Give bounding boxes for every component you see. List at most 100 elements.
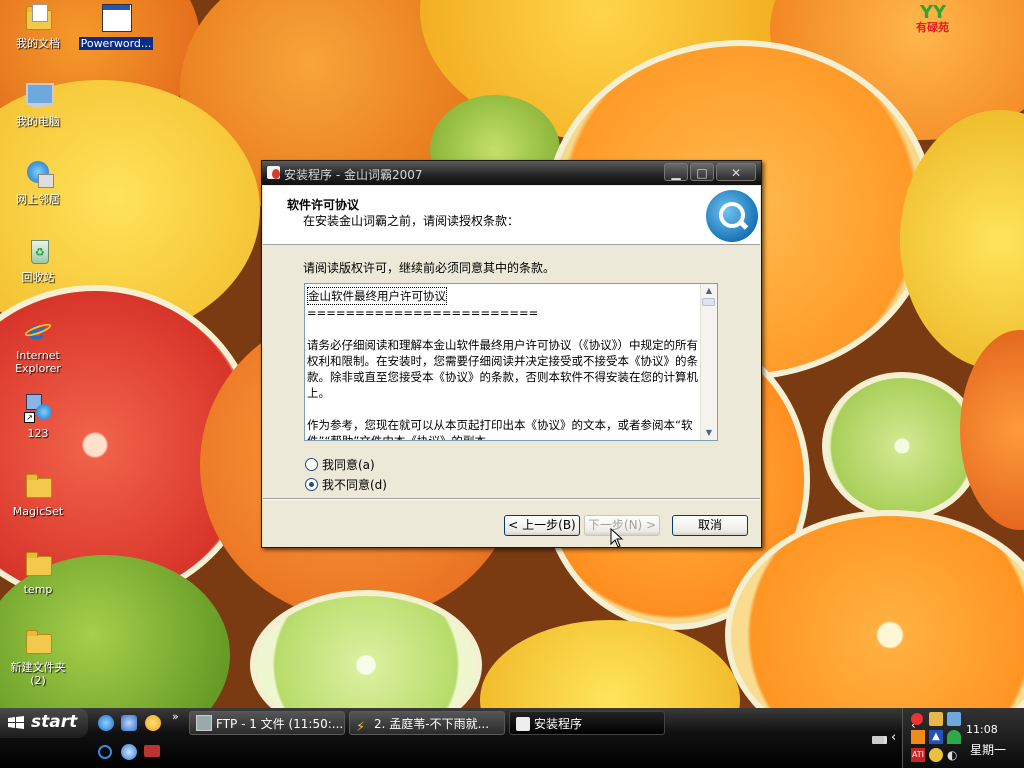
- lightning-icon: ⚡: [356, 720, 366, 735]
- desktop-icon-label: MagicSet: [12, 505, 64, 518]
- quicklaunch-media-icon[interactable]: [121, 744, 137, 760]
- tray-chevron-icon[interactable]: ‹: [891, 730, 896, 745]
- folder-icon: [22, 626, 54, 658]
- clock-time[interactable]: 11:08: [966, 723, 998, 736]
- warning-icon[interactable]: ▲: [929, 730, 943, 744]
- license-instruction: 请阅读版权许可，继续前必须同意其中的条款。: [303, 261, 556, 275]
- desktop-icon-label: 我的电脑: [16, 115, 60, 128]
- desktop-icon-label: 网上邻居: [16, 193, 60, 206]
- setup-app-icon: [516, 717, 530, 731]
- start-label: start: [31, 712, 78, 732]
- task-label: FTP - 1 文件 (11:50:...: [216, 717, 344, 731]
- disagree-radio-label: 我不同意(d): [322, 478, 387, 492]
- desktop-icon-label: 123: [27, 427, 49, 440]
- desktop-icon-my-computer[interactable]: 我的电脑: [0, 80, 76, 128]
- desktop-icon-internet-explorer[interactable]: e Internet Explorer: [0, 314, 76, 375]
- watermark-text: 有碌苑: [916, 21, 949, 34]
- windows-flag-icon: [8, 716, 24, 729]
- wallpaper-lemon: [480, 620, 740, 708]
- scroll-down-icon[interactable]: ▼: [704, 428, 714, 438]
- keyboard-icon[interactable]: [872, 736, 884, 744]
- system-tray: ‹ ▲ ATI ◐: [873, 708, 1024, 768]
- my-documents-icon: [22, 2, 54, 34]
- quicklaunch-desktop-icon[interactable]: [121, 715, 137, 731]
- license-rule: ========================: [307, 306, 539, 320]
- security-icon[interactable]: [911, 730, 925, 744]
- network-tray-icon[interactable]: [947, 712, 961, 726]
- setup-dialog: 安装程序 - 金山词霸2007 ▁ □ ✕ 软件许可协议 在安装金山词霸之前，请…: [261, 160, 762, 548]
- cancel-button[interactable]: 取消: [672, 515, 748, 536]
- program-window-icon: [100, 2, 132, 34]
- desktop-icon-label: 我的文档: [16, 37, 60, 50]
- wallpaper-lime-half: [250, 590, 482, 708]
- folder-icon: [22, 470, 54, 502]
- disagree-radio[interactable]: 我不同意(d): [305, 476, 387, 493]
- lock-icon[interactable]: [929, 712, 943, 726]
- setup-app-icon: [266, 165, 282, 181]
- desktop-icon-label: 回收站: [21, 271, 55, 284]
- quicklaunch-ebay-icon[interactable]: [144, 745, 160, 757]
- desktop-icon-new-folder[interactable]: 新建文件夹 (2): [0, 626, 76, 687]
- quicklaunch-search-icon[interactable]: [98, 745, 112, 759]
- agree-radio-label: 我同意(a): [322, 458, 375, 472]
- minimize-icon: ▁: [671, 166, 681, 180]
- clock-weekday: 星期一: [970, 743, 1007, 757]
- license-paragraph: 作为参考，您现在就可以从本页起打印出本《协议》的文本，或者参阅本“软件”“帮助”…: [307, 418, 693, 441]
- quicklaunch-ie-icon[interactable]: [98, 715, 114, 731]
- dialog-title: 安装程序 - 金山词霸2007: [284, 168, 423, 182]
- status-tray-icon[interactable]: [947, 730, 961, 744]
- close-icon: ✕: [730, 166, 742, 180]
- dialog-separator: [263, 498, 760, 500]
- license-textbox[interactable]: 金山软件最终用户许可协议 ======================== 请务…: [304, 283, 718, 441]
- scroll-thumb[interactable]: [702, 298, 715, 306]
- desktop-icon-123[interactable]: ↗ 123: [0, 392, 76, 440]
- taskbar-task-setup[interactable]: 安装程序: [509, 711, 665, 735]
- desktop-icon-magicset[interactable]: MagicSet: [0, 470, 76, 518]
- maximize-button[interactable]: □: [690, 163, 714, 181]
- dialog-titlebar[interactable]: 安装程序 - 金山词霸2007 ▁ □ ✕: [262, 161, 761, 185]
- network-shortcut-icon: ↗: [22, 392, 54, 424]
- desktop-icon-label: Powerword...: [78, 37, 154, 50]
- desktop-icon-temp[interactable]: temp: [0, 548, 76, 596]
- mouse-cursor-icon: [610, 528, 624, 548]
- back-button[interactable]: < 上一步(B): [504, 515, 580, 536]
- desktop-icon-network[interactable]: 网上邻居: [0, 158, 76, 206]
- license-scrollbar[interactable]: ▲ ▼: [700, 284, 717, 440]
- tray-app-red-icon[interactable]: [911, 713, 923, 725]
- scroll-up-icon[interactable]: ▲: [704, 286, 714, 296]
- watermark-logo: YY 有碌苑: [916, 2, 949, 34]
- license-content: 金山软件最终用户许可协议 ======================== 请务…: [307, 287, 699, 441]
- license-paragraph: 请务必仔细阅读和理解本金山软件最终用户许可协议（《协议》）中规定的所有权利和限制…: [307, 338, 698, 400]
- recycle-bin-icon: ♻: [22, 236, 54, 268]
- license-title: 金山软件最终用户许可协议: [307, 287, 447, 305]
- taskbar-task-music[interactable]: ⚡ 2. 孟庭苇-不下雨就...: [349, 711, 505, 735]
- quicklaunch-qq-icon[interactable]: [145, 715, 161, 731]
- desktop-icon-my-documents[interactable]: 我的文档: [0, 2, 76, 50]
- taskbar: start » FTP - 1 文件 (11:50:... ⚡ 2. 孟庭苇-不下…: [0, 708, 1024, 768]
- header-subtitle: 在安装金山词霸之前，请阅读授权条款：: [303, 214, 520, 228]
- taskbar-task-ftp[interactable]: FTP - 1 文件 (11:50:...: [189, 711, 345, 735]
- task-label: 安装程序: [534, 717, 583, 731]
- desktop-icon-powerword[interactable]: Powerword...: [78, 2, 154, 50]
- internet-explorer-icon: e: [22, 314, 54, 346]
- quicklaunch-more-icon[interactable]: »: [172, 710, 179, 723]
- volume-icon[interactable]: ◐: [947, 748, 961, 762]
- wallpaper-lime-half: [822, 372, 982, 520]
- agree-radio[interactable]: 我同意(a): [305, 456, 375, 473]
- dialog-header: 软件许可协议 在安装金山词霸之前，请阅读授权条款：: [263, 186, 760, 245]
- desktop-icon-label: temp: [23, 583, 53, 596]
- header-title: 软件许可协议: [287, 198, 360, 212]
- agree-radio-indicator[interactable]: [305, 458, 318, 471]
- tray-app-icon[interactable]: [929, 748, 943, 762]
- desktop-icon-recycle-bin[interactable]: ♻ 回收站: [0, 236, 76, 284]
- minimize-button[interactable]: ▁: [664, 163, 688, 181]
- desktop-icon-label: Internet Explorer: [15, 349, 61, 375]
- ati-icon[interactable]: ATI: [911, 748, 925, 762]
- close-button[interactable]: ✕: [716, 163, 756, 181]
- desktop-icon-label: 新建文件夹 (2): [10, 661, 66, 687]
- my-computer-icon: [22, 80, 54, 112]
- start-button[interactable]: start: [0, 708, 88, 738]
- magnifier-logo-icon: [706, 190, 758, 242]
- disagree-radio-indicator[interactable]: [305, 478, 318, 491]
- ftp-icon: [196, 715, 212, 731]
